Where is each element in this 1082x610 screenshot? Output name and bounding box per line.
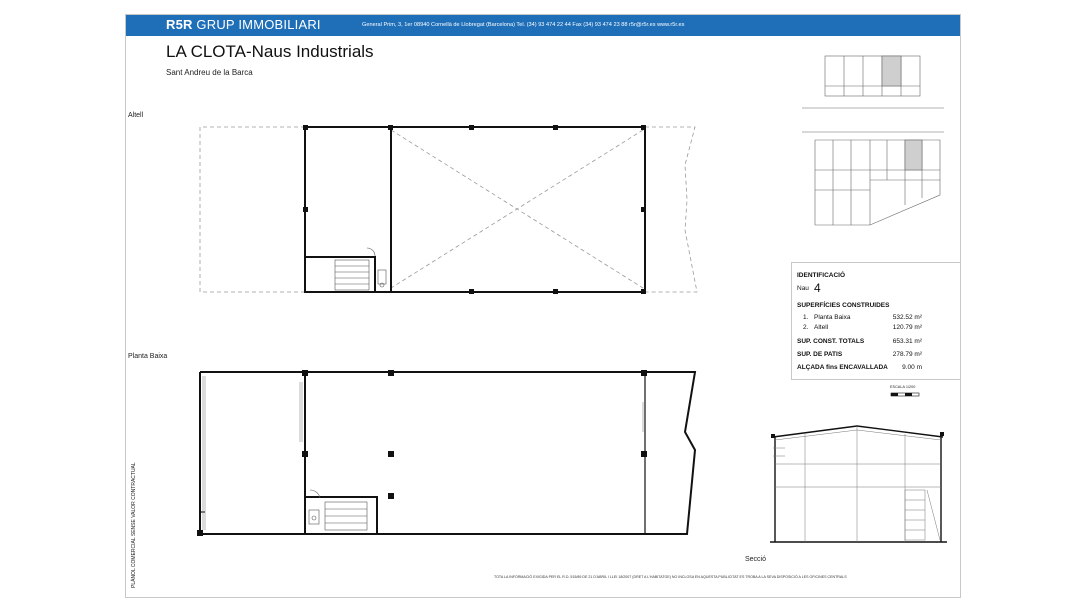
brand-logo: R5R GRUP IMMOBILIARI: [166, 17, 321, 32]
identification-label: IDENTIFICACIÓ: [797, 272, 846, 279]
total-label: SUP. CONST. TOTALS: [797, 338, 865, 345]
site-location-map: [802, 55, 944, 226]
area-name: Altell: [814, 324, 829, 331]
ground-floor-plan: [197, 370, 697, 536]
area-value: 532.52 m²: [892, 314, 922, 321]
patio-label: SUP. DE PATIS: [797, 351, 843, 358]
height-label: ALÇADA fins ENCAVALLADA: [797, 364, 888, 371]
location-subtitle: Sant Andreu de la Barca: [166, 68, 253, 77]
building-section: [770, 425, 947, 543]
scale-bar: [890, 392, 920, 397]
unit-label: Nau: [797, 285, 809, 292]
contact-info: General Prim, 3, 1er 08940 Cornellà de L…: [362, 22, 685, 28]
height-value: 9.00 m: [902, 364, 922, 371]
upper-floor-plan: [199, 125, 698, 294]
built-surfaces-label: SUPERFÍCIES CONSTRUIDES: [797, 302, 890, 309]
header-bar: R5R GRUP IMMOBILIARI General Prim, 3, 1e…: [126, 15, 960, 36]
disclaimer-vertical: PLÀNOL COMERCIAL SENSE VALOR CONTRACTUAL: [131, 462, 137, 588]
area-number: 2.: [803, 324, 809, 331]
patio-value: 278.79 m²: [892, 351, 922, 358]
legal-footer: TOTA LA INFORMACIÓ EXIGIDA PER EL R.D. 5…: [494, 575, 847, 579]
page-title: LA CLOTA-Naus Industrials: [166, 42, 374, 61]
upper-floor-label: Altell: [128, 112, 144, 119]
total-value: 653.31 m²: [892, 338, 922, 345]
area-name: Planta Baixa: [814, 314, 851, 321]
unit-number: 4: [814, 281, 821, 295]
scale-label: ESCALA 1/200: [890, 385, 916, 389]
section-label: Secció: [745, 556, 767, 563]
area-number: 1.: [803, 314, 809, 321]
surface-info-panel: IDENTIFICACIÓ Nau 4 SUPERFÍCIES CONSTRUI…: [791, 262, 961, 380]
area-value: 120.79 m²: [892, 324, 922, 331]
ground-floor-label: Planta Baixa: [128, 353, 168, 360]
